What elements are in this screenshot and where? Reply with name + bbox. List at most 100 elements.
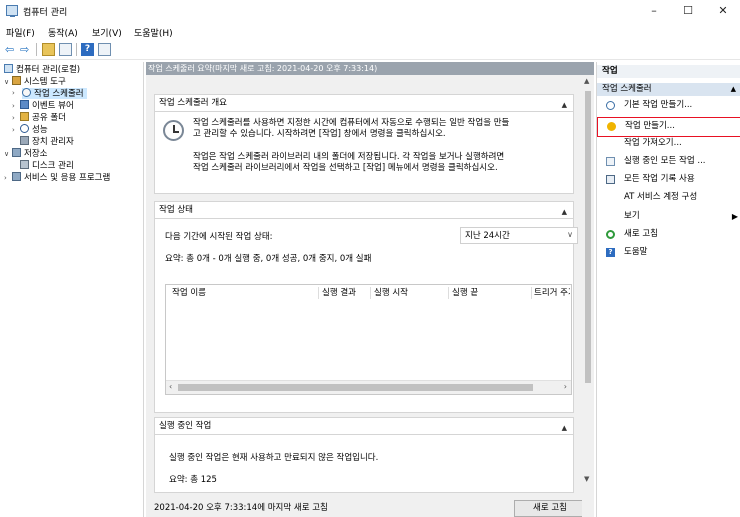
- help-icon[interactable]: ?: [81, 43, 94, 56]
- column-header-run-end[interactable]: 실행 끝: [452, 288, 478, 299]
- running-tasks-icon: [606, 157, 615, 166]
- action-label: 작업 만들기...: [625, 121, 675, 131]
- minimize-button[interactable]: –: [637, 0, 671, 22]
- toolbar: ⇦ ⇨ ?: [0, 40, 740, 60]
- column-header-run-result[interactable]: 실행 결과: [322, 288, 356, 299]
- action-view[interactable]: 보기 ▶: [597, 210, 740, 223]
- summary-footer: 2021-04-20 오후 7:33:14에 마지막 새로 고침 새로 고침: [146, 499, 586, 517]
- center-pane: 작업 스케줄러 요약(마지막 새로 고침: 2021-04-20 오후 7:33…: [146, 62, 594, 517]
- action-at-service-account[interactable]: AT 서비스 계정 구성: [597, 191, 740, 204]
- collapse-caret-icon[interactable]: ▲: [562, 204, 567, 221]
- summary-scroll-area: 작업 스케줄러 개요 ▲ 작업 스케줄러를 사용하면 지정한 시간에 컴퓨터에서…: [146, 75, 586, 517]
- tree-item-task-scheduler[interactable]: › 작업 스케줄러: [12, 88, 87, 99]
- period-select-value: 지난 24시간: [465, 231, 510, 241]
- back-arrow-icon[interactable]: ⇦: [5, 43, 14, 56]
- column-header-trigger[interactable]: 트리거 주기: [534, 288, 570, 299]
- task-status-table[interactable]: 작업 이름 실행 결과 실행 시작 실행 끝 트리거 주기 ‹: [165, 284, 572, 395]
- tree-item-device-manager[interactable]: 장치 관리자: [20, 136, 74, 147]
- running-tasks-summary: 요약: 총 125: [169, 475, 217, 485]
- device-manager-icon: [20, 136, 29, 145]
- close-button[interactable]: ✕: [706, 0, 740, 22]
- action-enable-history[interactable]: 모든 작업 기록 사용: [597, 173, 740, 186]
- up-folder-icon[interactable]: [42, 43, 55, 56]
- collapse-caret-icon[interactable]: ▲: [562, 420, 567, 437]
- tree-item-disk-management[interactable]: 디스크 관리: [20, 160, 74, 171]
- menu-file[interactable]: 파일(F): [6, 26, 35, 39]
- performance-icon: [20, 124, 29, 133]
- tree-item-label: 이벤트 뷰어: [32, 101, 74, 111]
- menu-view[interactable]: 보기(V): [92, 26, 122, 39]
- overview-section-header[interactable]: 작업 스케줄러 개요 ▲: [155, 95, 573, 112]
- menu-help[interactable]: 도움말(H): [134, 26, 173, 39]
- action-refresh[interactable]: 새로 고침: [597, 228, 740, 241]
- running-tasks-section: 실행 중인 작업 ▲ 실행 중인 작업은 현재 사용하고 만료되지 않은 작업입…: [154, 417, 574, 493]
- disk-icon: [20, 160, 29, 169]
- title-bar: 컴퓨터 관리 – ☐ ✕: [0, 0, 740, 22]
- expand-chevron-icon[interactable]: ›: [4, 173, 12, 184]
- overview-title: 작업 스케줄러 개요: [159, 98, 227, 108]
- tree-item-label: 저장소: [24, 149, 48, 159]
- menu-action[interactable]: 동작(A): [48, 26, 78, 39]
- collapse-chevron-icon[interactable]: ∨: [4, 149, 12, 160]
- tree-item-performance[interactable]: › 성능: [12, 124, 48, 135]
- scroll-left-icon[interactable]: ‹: [169, 382, 172, 391]
- expand-chevron-icon[interactable]: ›: [12, 125, 20, 136]
- maximize-button[interactable]: ☐: [671, 0, 705, 22]
- toolbar-separator: [36, 43, 37, 56]
- collapse-chevron-icon[interactable]: ∨: [4, 77, 12, 88]
- create-task-icon: [607, 122, 616, 131]
- tree-item-storage[interactable]: ∨ 저장소: [4, 148, 47, 159]
- actions-group-task-scheduler[interactable]: 작업 스케줄러 ▲: [597, 83, 740, 96]
- navigation-tree: 컴퓨터 관리(로컬) ∨ 시스템 도구 › 작업 스케줄러 › 이벤트 뷰어 › 공유 …: [0, 62, 144, 517]
- collapse-caret-icon[interactable]: ▲: [562, 97, 567, 114]
- clock-icon: [22, 88, 31, 97]
- action-label: 새로 고침: [624, 229, 658, 239]
- action-import-task[interactable]: 작업 가져오기...: [597, 137, 740, 150]
- collapse-caret-icon[interactable]: ▲: [731, 83, 736, 96]
- scroll-right-icon[interactable]: ›: [564, 382, 567, 391]
- forward-arrow-icon[interactable]: ⇨: [20, 43, 29, 56]
- period-select[interactable]: 지난 24시간 ∨: [460, 227, 578, 244]
- action-show-running-tasks[interactable]: 실행 중인 모든 작업 ...: [597, 155, 740, 168]
- period-label: 다음 기간에 시작된 작업 상태:: [165, 232, 273, 242]
- running-tasks-section-header[interactable]: 실행 중인 작업 ▲: [155, 418, 573, 435]
- menu-bar: 파일(F) 동작(A) 보기(V) 도움말(H): [0, 22, 740, 40]
- action-create-task[interactable]: 작업 만들기...: [597, 117, 740, 137]
- task-status-section: 작업 상태 ▲ 다음 기간에 시작된 작업 상태: 지난 24시간 ∨ 요약: …: [154, 201, 578, 413]
- overview-text-line: 작업 스케줄러 라이브러리에서 작업을 선택하고 [작업] 메뉴에서 명령을 클…: [193, 163, 498, 173]
- shared-folder-icon: [20, 112, 29, 121]
- history-icon: [606, 175, 615, 184]
- tree-item-system-tools[interactable]: ∨ 시스템 도구: [4, 76, 66, 87]
- window-title: 컴퓨터 관리: [23, 8, 68, 18]
- computer-icon: [4, 64, 13, 73]
- column-header-run-start[interactable]: 실행 시작: [374, 288, 408, 299]
- tree-item-label: 장치 관리자: [32, 137, 74, 147]
- action-create-basic-task[interactable]: 기본 작업 만들기...: [597, 99, 740, 112]
- expand-chevron-icon[interactable]: ›: [12, 113, 20, 124]
- expand-chevron-icon[interactable]: ›: [12, 101, 20, 112]
- task-status-title: 작업 상태: [159, 205, 193, 215]
- vertical-scrollbar[interactable]: ▲ ▼: [582, 75, 594, 517]
- show-hide-tree-icon[interactable]: [59, 43, 72, 56]
- actions-group-label: 작업 스케줄러: [602, 84, 652, 94]
- scroll-up-icon[interactable]: ▲: [584, 77, 589, 85]
- action-pane-icon[interactable]: [98, 43, 111, 56]
- column-header-task-name[interactable]: 작업 이름: [172, 288, 206, 299]
- horizontal-scroll-thumb[interactable]: [178, 384, 533, 391]
- vertical-scroll-thumb[interactable]: [585, 91, 591, 383]
- tree-item-shared-folders[interactable]: › 공유 폴더: [12, 112, 66, 123]
- summary-header: 작업 스케줄러 요약(마지막 새로 고침: 2021-04-20 오후 7:33…: [146, 62, 594, 75]
- horizontal-scrollbar[interactable]: ‹ ›: [166, 380, 571, 394]
- storage-icon: [12, 148, 21, 157]
- task-status-section-header[interactable]: 작업 상태 ▲: [155, 202, 573, 219]
- expand-chevron-icon[interactable]: ›: [12, 88, 20, 99]
- tree-item-services-applications[interactable]: › 서비스 및 응용 프로그램: [4, 172, 110, 183]
- action-help[interactable]: ? 도움말: [597, 246, 740, 259]
- actions-pane: 작업 작업 스케줄러 ▲ 기본 작업 만들기... 작업 만들기... 작업 가…: [596, 62, 740, 517]
- tree-item-computer-management[interactable]: 컴퓨터 관리(로컬): [4, 64, 80, 75]
- tree-item-event-viewer[interactable]: › 이벤트 뷰어: [12, 100, 74, 111]
- refresh-button[interactable]: 새로 고침: [514, 500, 586, 517]
- action-label: 작업 가져오기...: [624, 138, 682, 148]
- scroll-down-icon[interactable]: ▼: [584, 475, 589, 483]
- actions-title: 작업: [597, 65, 740, 78]
